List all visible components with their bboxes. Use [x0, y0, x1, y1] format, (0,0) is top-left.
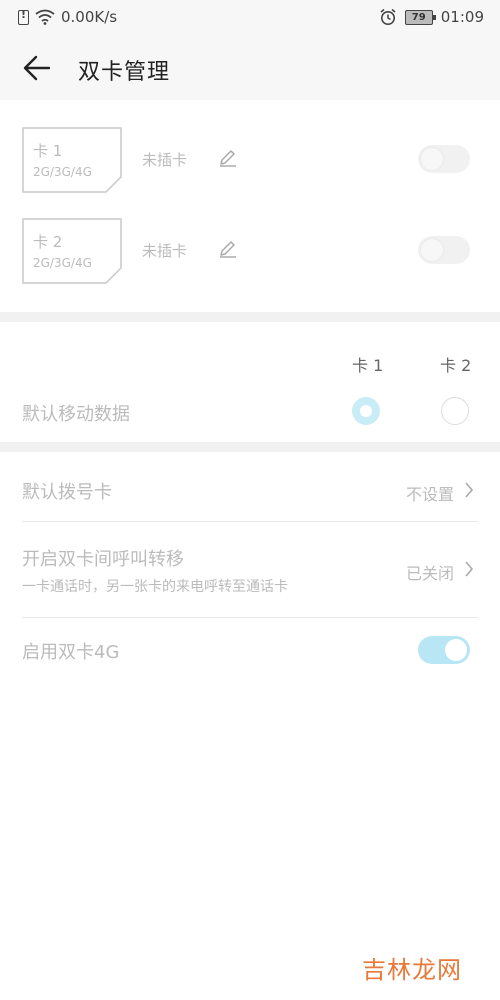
setting-subtitle: 一卡通话时，另一张卡的来电呼转至通话卡 [22, 579, 288, 595]
sim-status: 未插卡 [142, 242, 188, 260]
column-label-sim2: 卡 2 [440, 356, 472, 375]
back-arrow-icon[interactable] [22, 54, 52, 82]
header: 双卡管理 [0, 36, 500, 100]
sim-1-toggle[interactable] [418, 145, 470, 173]
setting-value: 不设置 [405, 485, 454, 504]
call-forward-row[interactable]: 开启双卡间呼叫转移 一卡通话时，另一张卡的来电呼转至通话卡 已关闭 [22, 528, 478, 614]
edit-pencil-icon[interactable] [218, 147, 238, 167]
radio-dot [360, 405, 372, 417]
default-dial-row[interactable]: 默认拨号卡 不设置 [22, 462, 478, 520]
battery-level: 79 [411, 11, 426, 23]
sim-row-2: 卡 2 2G/3G/4G 未插卡 [0, 218, 500, 288]
status-left: 0.00K/s [18, 8, 117, 26]
dual-4g-toggle[interactable] [418, 636, 470, 664]
network-speed: 0.00K/s [61, 8, 118, 26]
status-right: 79 01:09 [379, 8, 484, 26]
sim-2-toggle[interactable] [418, 236, 470, 264]
divider [22, 617, 478, 618]
toggle-knob [445, 639, 467, 661]
clock: 01:09 [440, 8, 484, 26]
default-data-section: 卡 1 卡 2 默认移动数据 [0, 322, 500, 442]
setting-title: 启用双卡4G [22, 642, 120, 663]
setting-title: 默认拨号卡 [22, 482, 112, 503]
page-title: 双卡管理 [78, 60, 171, 85]
section-gap [0, 312, 500, 322]
chevron-right-icon [465, 482, 474, 498]
sim-cards-section: 卡 1 2G/3G/4G 未插卡 卡 2 2G/3G/4G 未插卡 [0, 100, 500, 312]
section-gap [0, 442, 500, 452]
sim-card-name: 卡 1 [33, 142, 63, 160]
default-data-radio-sim2[interactable] [441, 397, 469, 425]
setting-title: 开启双卡间呼叫转移 [22, 549, 184, 570]
sim-card-2[interactable]: 卡 2 2G/3G/4G [22, 218, 122, 284]
sim-card-network: 2G/3G/4G [33, 256, 92, 270]
default-data-radio-sim1[interactable] [352, 397, 380, 425]
status-bar: 0.00K/s 79 01:09 [0, 0, 500, 36]
toggle-knob [421, 148, 443, 170]
sim-card-name: 卡 2 [33, 233, 63, 251]
divider [22, 521, 478, 522]
battery-icon: 79 [404, 9, 436, 25]
edit-pencil-icon[interactable] [218, 238, 238, 258]
sim-card-network: 2G/3G/4G [33, 165, 92, 179]
alarm-icon [380, 8, 396, 25]
sim-alert-icon [18, 8, 29, 25]
setting-value: 已关闭 [405, 564, 454, 583]
dual-4g-row: 启用双卡4G [22, 622, 478, 678]
default-data-label: 默认移动数据 [22, 404, 130, 425]
watermark: 吉林龙网 [362, 956, 462, 984]
wifi-icon [35, 9, 55, 25]
sim-card-1[interactable]: 卡 1 2G/3G/4G [22, 127, 122, 193]
column-label-sim1: 卡 1 [352, 356, 384, 375]
toggle-knob [421, 239, 443, 261]
sim-status: 未插卡 [142, 151, 188, 169]
chevron-right-icon [465, 561, 474, 577]
sim-row-1: 卡 1 2G/3G/4G 未插卡 [0, 127, 500, 197]
